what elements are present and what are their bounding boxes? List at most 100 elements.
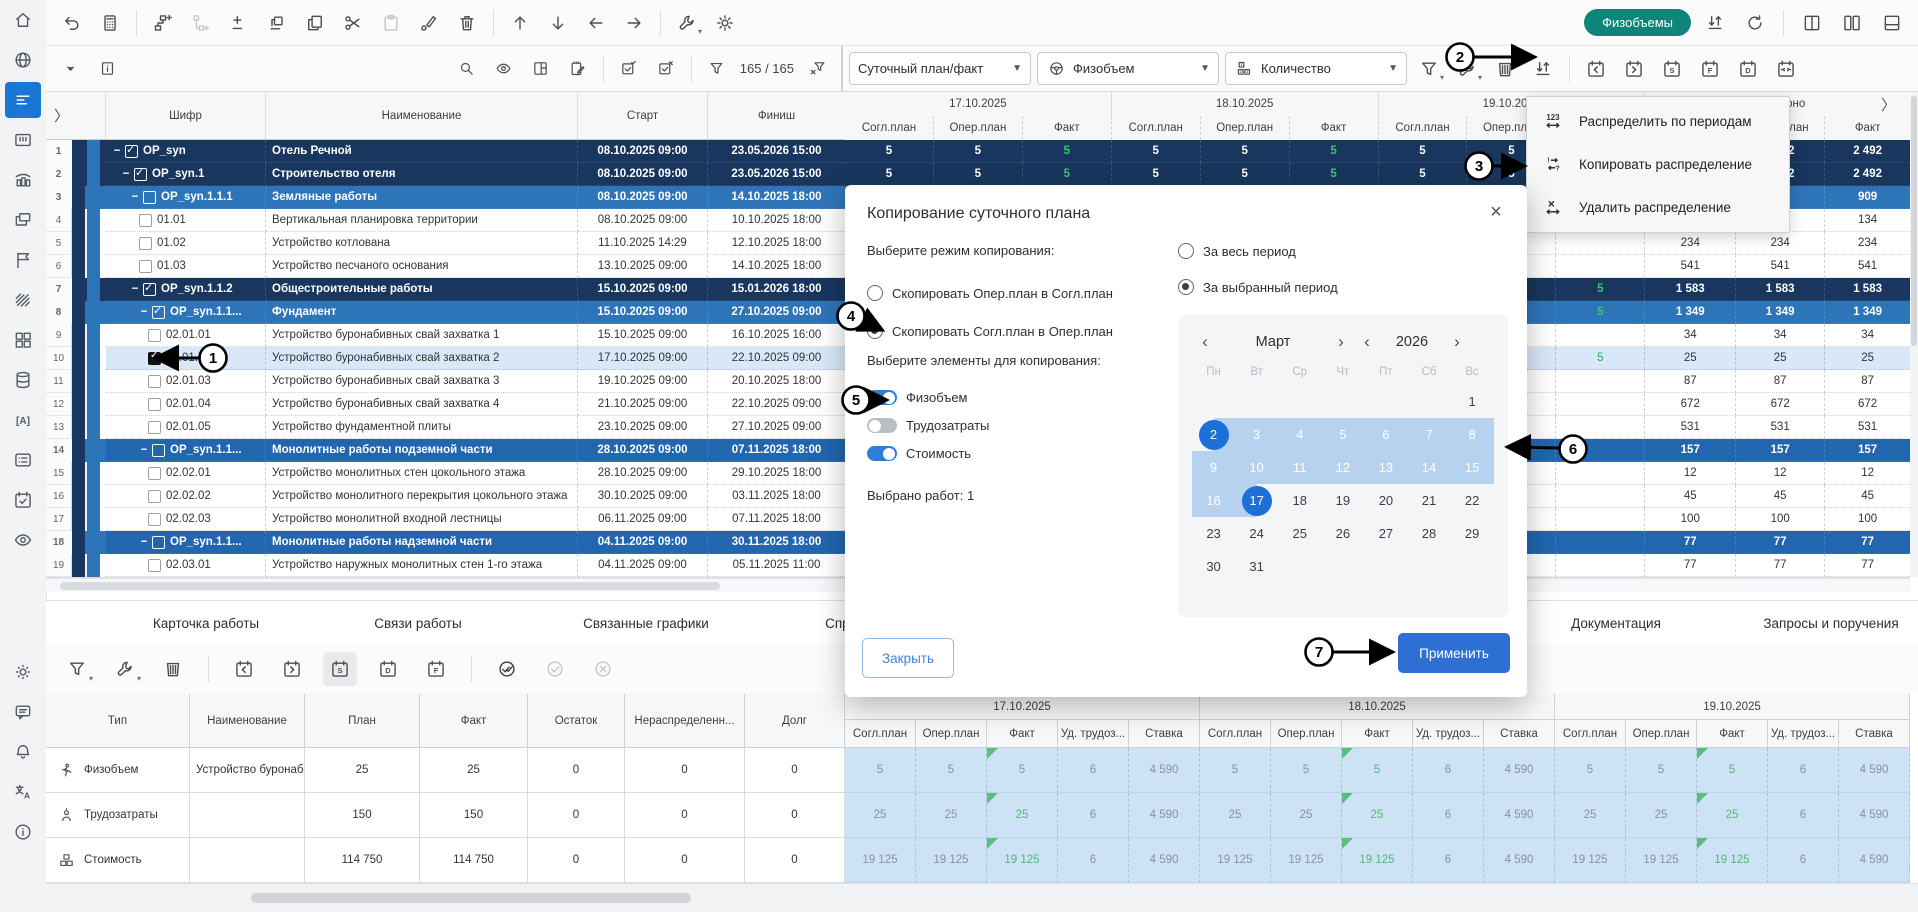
work-checkbox[interactable]: [134, 168, 147, 181]
bottom-scrollbar-thumb[interactable]: [251, 893, 691, 903]
info-panel-icon[interactable]: [91, 53, 123, 85]
copy-icon[interactable]: [299, 7, 331, 39]
funnel-caret-icon[interactable]: ▾: [1413, 53, 1445, 85]
next-year-icon[interactable]: ›: [1444, 332, 1470, 352]
work-row[interactable]: 18−OP_syn.1.1...Монолитные работы надзем…: [46, 531, 845, 554]
work-row[interactable]: 2−OP_syn.1Строительство отеля08.10.2025 …: [46, 163, 845, 186]
brush-icon[interactable]: [413, 7, 445, 39]
menu-item-3[interactable]: Удалить распределение: [1527, 186, 1789, 229]
gantt-icon[interactable]: [5, 82, 41, 118]
collapse-icon[interactable]: −: [112, 145, 122, 157]
split-vertical-icon[interactable]: [1796, 7, 1828, 39]
row-duplicate-icon[interactable]: [261, 7, 293, 39]
work-row[interactable]: 902.01.01Устройство буронабивных свай за…: [46, 324, 845, 347]
work-row[interactable]: 1002.01.02Устройство буронабивных свай з…: [46, 347, 845, 370]
undo-icon[interactable]: [56, 7, 88, 39]
split-columns-icon[interactable]: [1836, 7, 1868, 39]
day-23[interactable]: 23: [1192, 517, 1235, 550]
day-13[interactable]: 13: [1364, 451, 1407, 484]
mode-radio-1[interactable]: Скопировать Опер.план в Согл.план: [867, 285, 1113, 301]
day-28[interactable]: 28: [1407, 517, 1450, 550]
work-row[interactable]: 1602.02.02Устройство монолитного перекры…: [46, 485, 845, 508]
grid-icon[interactable]: [5, 322, 41, 358]
day-21[interactable]: 21: [1407, 484, 1450, 517]
day-9[interactable]: 9: [1192, 451, 1235, 484]
check-circle-icon[interactable]: [538, 652, 572, 686]
link-add-alt-icon[interactable]: [185, 7, 217, 39]
work-checkbox[interactable]: [148, 467, 161, 480]
wrench-menu-icon[interactable]: ▾: [1451, 53, 1483, 85]
day-8[interactable]: 8: [1451, 418, 1494, 451]
select-uncheck-icon[interactable]: [650, 53, 682, 85]
period-radio-1[interactable]: За весь период: [1178, 243, 1296, 259]
day-1[interactable]: 1: [1451, 385, 1494, 418]
work-checkbox[interactable]: [143, 191, 156, 204]
kanban-icon[interactable]: [5, 122, 41, 158]
work-checkbox[interactable]: [148, 352, 161, 365]
work-row[interactable]: 601.03Устройство песчаного основания13.1…: [46, 255, 845, 278]
work-row[interactable]: 1702.02.03Устройство монолитной входной …: [46, 508, 845, 531]
tab-5[interactable]: Документация: [1571, 601, 1661, 645]
collapse-icon[interactable]: −: [139, 536, 149, 548]
chart-icon[interactable]: [5, 162, 41, 198]
day-12[interactable]: 12: [1321, 451, 1364, 484]
search-icon[interactable]: [451, 53, 483, 85]
note-edit-icon[interactable]: [562, 53, 594, 85]
link-add-icon[interactable]: [147, 7, 179, 39]
resource-row[interactable]: Стоимость114 750114 75000019 12519 12519…: [46, 838, 1918, 883]
brackets-icon[interactable]: [A]: [5, 402, 41, 438]
day-27[interactable]: 27: [1364, 517, 1407, 550]
tab-3[interactable]: Связанные графики: [583, 601, 709, 645]
funnel-caret-icon[interactable]: ▾: [60, 652, 94, 686]
arrow-right-icon[interactable]: [618, 7, 650, 39]
calendar-d-icon[interactable]: D: [1732, 53, 1764, 85]
calendar-range-icon[interactable]: [1770, 53, 1802, 85]
day-30[interactable]: 30: [1192, 550, 1235, 583]
work-row[interactable]: 1502.02.01Устройство монолитных стен цок…: [46, 462, 845, 485]
close-icon[interactable]: ×: [1483, 199, 1509, 225]
combo-2[interactable]: Физобъем▼: [1037, 52, 1219, 85]
row-add-icon[interactable]: [223, 7, 255, 39]
resource-row[interactable]: Трудозатраты15015000025252564 5902525256…: [46, 793, 1918, 838]
calendar-next-icon[interactable]: [1618, 53, 1650, 85]
work-row[interactable]: 1202.01.04Устройство буронабивных свай з…: [46, 393, 845, 416]
collapse-icon[interactable]: −: [121, 168, 131, 180]
work-checkbox[interactable]: [148, 559, 161, 572]
day-24[interactable]: 24: [1235, 517, 1278, 550]
select-check-icon[interactable]: [613, 53, 645, 85]
refresh-icon[interactable]: [1739, 7, 1771, 39]
work-checkbox[interactable]: [143, 283, 156, 296]
next-month-icon[interactable]: ›: [1328, 332, 1354, 352]
wrench-icon[interactable]: ▾: [671, 7, 703, 39]
day-17[interactable]: 17: [1235, 484, 1278, 517]
work-row[interactable]: 1302.01.05Устройство фундаментной плиты2…: [46, 416, 845, 439]
calendar-s-icon[interactable]: S: [1656, 53, 1688, 85]
work-checkbox[interactable]: [139, 237, 152, 250]
work-checkbox[interactable]: [152, 444, 165, 457]
funnel-clear-icon[interactable]: [801, 53, 833, 85]
tab-6[interactable]: Запросы и поручения: [1763, 601, 1898, 645]
work-row[interactable]: 1−OP_synОтель Речной08.10.2025 09:0023.0…: [46, 140, 845, 163]
scroll-right-icon[interactable]: 〉: [1881, 94, 1896, 115]
day-19[interactable]: 19: [1321, 484, 1364, 517]
work-checkbox[interactable]: [148, 490, 161, 503]
paste-icon[interactable]: [375, 7, 407, 39]
work-checkbox[interactable]: [139, 214, 152, 227]
eye-icon[interactable]: [5, 522, 41, 558]
work-row[interactable]: 501.02Устройство котлована11.10.2025 14:…: [46, 232, 845, 255]
day-14[interactable]: 14: [1407, 451, 1450, 484]
prev-year-icon[interactable]: ‹: [1354, 332, 1380, 352]
apply-button[interactable]: Применить: [1398, 633, 1510, 673]
bell-icon[interactable]: [5, 734, 41, 770]
menu-item-2[interactable]: !?Копировать распределение: [1527, 143, 1789, 186]
prev-month-icon[interactable]: ‹: [1192, 332, 1218, 352]
vertical-scrollbar-thumb[interactable]: [1911, 96, 1917, 346]
day-2[interactable]: 2: [1192, 418, 1235, 451]
split-horizontal-icon[interactable]: [1876, 7, 1908, 39]
collapse-icon[interactable]: −: [139, 306, 149, 318]
info-icon[interactable]: [5, 814, 41, 850]
sidebar-icon[interactable]: [525, 53, 557, 85]
work-row[interactable]: 401.01Вертикальная планировка территории…: [46, 209, 845, 232]
mode-radio-2[interactable]: Скопировать Согл.план в Опер.план: [867, 323, 1113, 339]
day-5[interactable]: 5: [1321, 418, 1364, 451]
